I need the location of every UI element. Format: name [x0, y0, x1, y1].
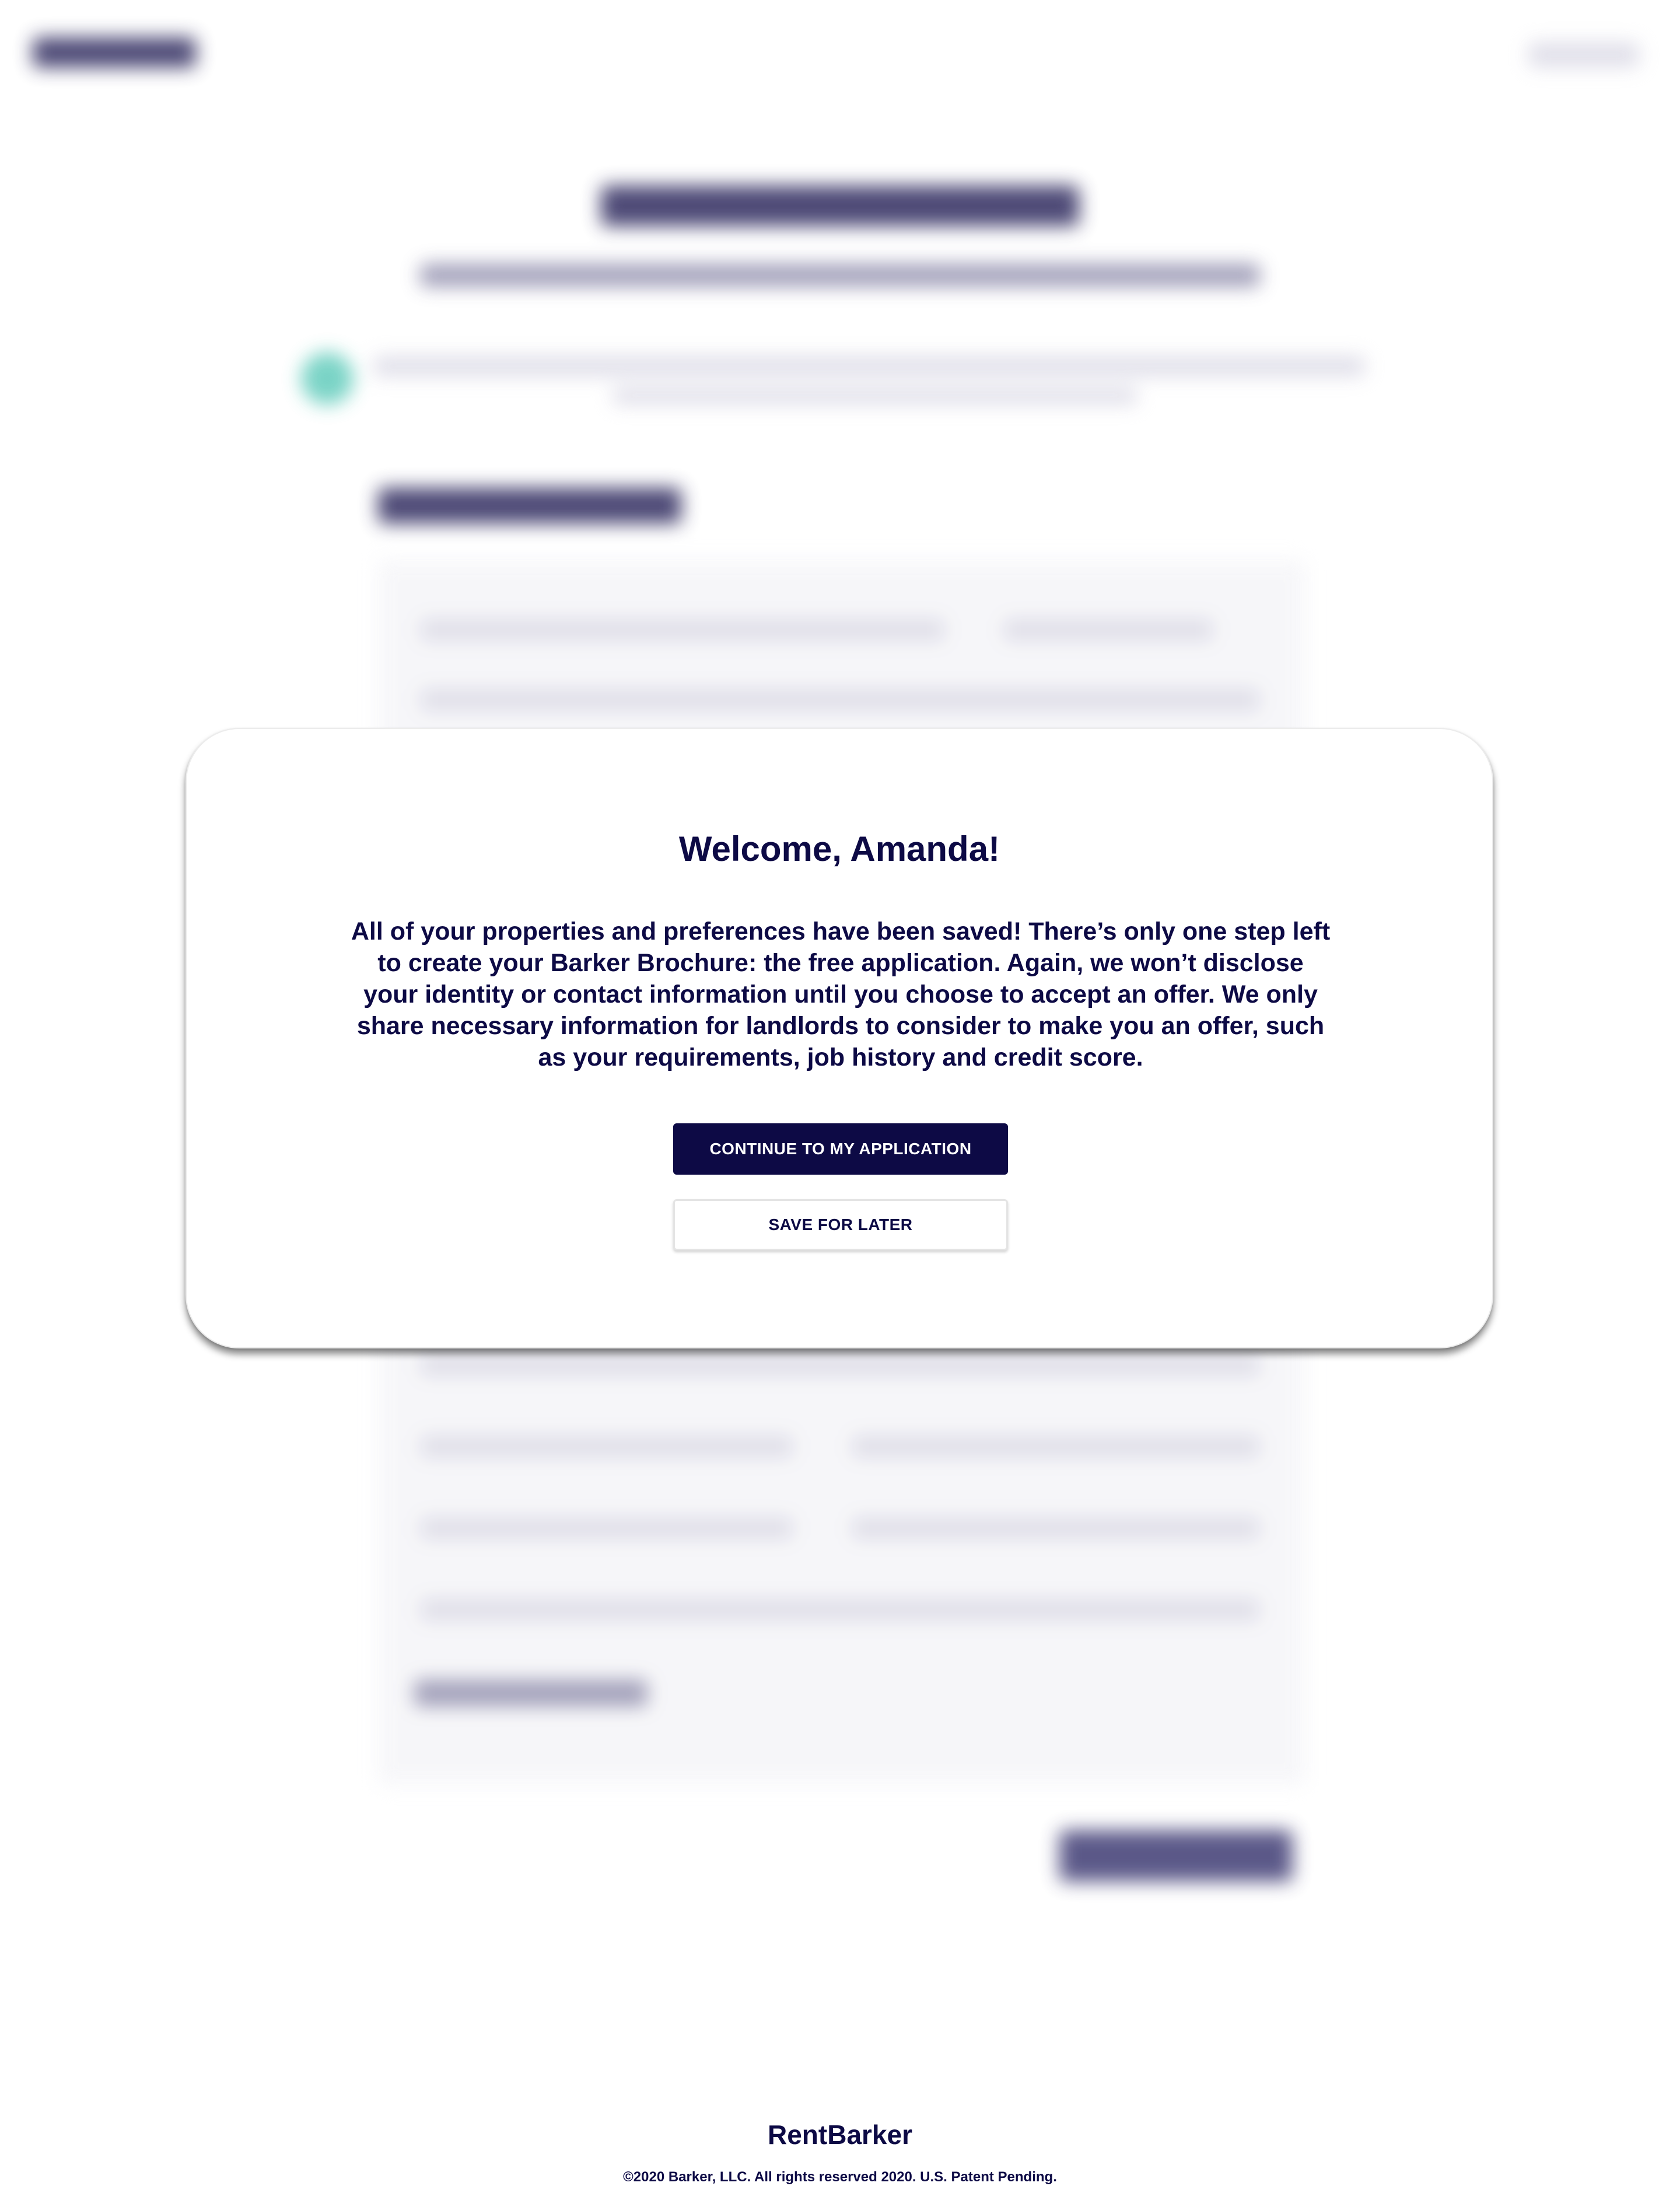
- blurred-section-heading: [378, 488, 681, 524]
- footer-copyright: ©2020 Barker, LLC. All rights reserved 2…: [623, 2169, 1057, 2185]
- blurred-notice-text-2: [612, 387, 1138, 405]
- blurred-field: [420, 618, 945, 642]
- blurred-field: [1003, 618, 1213, 642]
- continue-to-application-button[interactable]: CONTINUE TO MY APPLICATION: [673, 1123, 1008, 1175]
- blurred-teal-badge: [301, 352, 354, 405]
- blurred-field: [420, 1516, 793, 1540]
- footer-brand-logo[interactable]: RentBarker: [0, 2117, 1680, 2152]
- blurred-page-title: [601, 185, 1079, 226]
- blurred-notice-text: [373, 356, 1365, 377]
- save-for-later-button[interactable]: SAVE FOR LATER: [673, 1199, 1008, 1250]
- blurred-next-button: [1059, 1830, 1293, 1882]
- blurred-logo: [33, 37, 196, 68]
- blurred-field: [420, 1598, 1260, 1621]
- blurred-field: [852, 1435, 1260, 1458]
- blurred-page-subtitle: [420, 264, 1260, 287]
- blurred-field: [420, 1435, 793, 1458]
- blurred-field: [420, 688, 1260, 712]
- blurred-field: [852, 1516, 1260, 1540]
- modal-title: Welcome, Amanda!: [678, 829, 1000, 868]
- modal-message: All of your properties and preferences h…: [351, 917, 1331, 1071]
- blurred-field: [420, 1353, 1260, 1376]
- welcome-modal: Welcome, Amanda! All of your properties …: [186, 728, 1493, 1348]
- blurred-header-link: [1528, 42, 1639, 68]
- blurred-add-link: [414, 1680, 648, 1707]
